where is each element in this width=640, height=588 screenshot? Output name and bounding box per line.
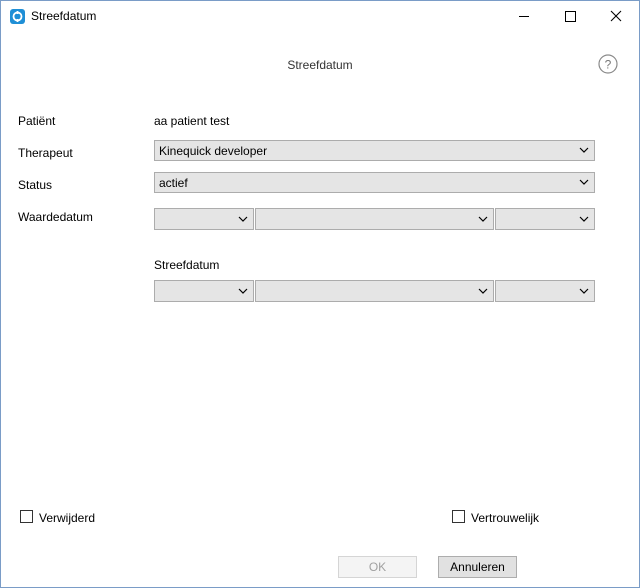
app-logo-icon: [10, 9, 25, 24]
waardedatum-day-dropdown[interactable]: [154, 208, 254, 230]
verwijderd-label[interactable]: Verwijderd: [39, 511, 95, 525]
vertrouwelijk-checkbox[interactable]: [452, 510, 465, 523]
patient-value: aa patient test: [154, 114, 230, 128]
status-label: Status: [18, 178, 53, 192]
title-bar: Streefdatum: [1, 1, 639, 32]
help-icon: ?: [598, 54, 618, 74]
vertrouwelijk-label[interactable]: Vertrouwelijk: [471, 511, 539, 525]
chevron-down-icon: [579, 147, 589, 153]
verwijderd-checkbox[interactable]: [20, 510, 33, 523]
streefdatum-day-dropdown[interactable]: [154, 280, 254, 302]
help-glyph: ?: [605, 58, 612, 72]
therapeut-label: Therapeut: [18, 146, 73, 160]
chevron-down-icon: [579, 216, 589, 222]
status-selected-value: actief: [159, 176, 188, 190]
close-button[interactable]: [593, 1, 639, 32]
chevron-down-icon: [478, 288, 488, 294]
maximize-button[interactable]: [547, 1, 593, 32]
chevron-down-icon: [238, 216, 248, 222]
minimize-button[interactable]: [501, 1, 547, 32]
window-title: Streefdatum: [31, 9, 97, 23]
patient-label: Patiënt: [18, 114, 56, 128]
ok-button[interactable]: OK: [338, 556, 417, 578]
waardedatum-month-dropdown[interactable]: [255, 208, 494, 230]
waardedatum-label: Waardedatum: [18, 210, 93, 224]
chevron-down-icon: [238, 288, 248, 294]
chevron-down-icon: [579, 288, 589, 294]
waardedatum-year-dropdown[interactable]: [495, 208, 595, 230]
dialog-window: Streefdatum Streefdatum ? Patiënt aa pat…: [0, 0, 640, 588]
minimize-icon: [519, 16, 529, 17]
status-dropdown[interactable]: actief: [154, 172, 595, 193]
streefdatum-year-dropdown[interactable]: [495, 280, 595, 302]
close-icon: [610, 10, 622, 22]
page-title: Streefdatum: [287, 58, 353, 72]
chevron-down-icon: [478, 216, 488, 222]
streefdatum-label: Streefdatum: [154, 258, 220, 272]
chevron-down-icon: [579, 179, 589, 185]
maximize-icon: [565, 11, 576, 22]
therapeut-dropdown[interactable]: Kinequick developer: [154, 140, 595, 161]
streefdatum-month-dropdown[interactable]: [255, 280, 494, 302]
help-button[interactable]: ?: [598, 54, 618, 74]
therapeut-selected-value: Kinequick developer: [159, 144, 268, 158]
cancel-button[interactable]: Annuleren: [438, 556, 517, 578]
